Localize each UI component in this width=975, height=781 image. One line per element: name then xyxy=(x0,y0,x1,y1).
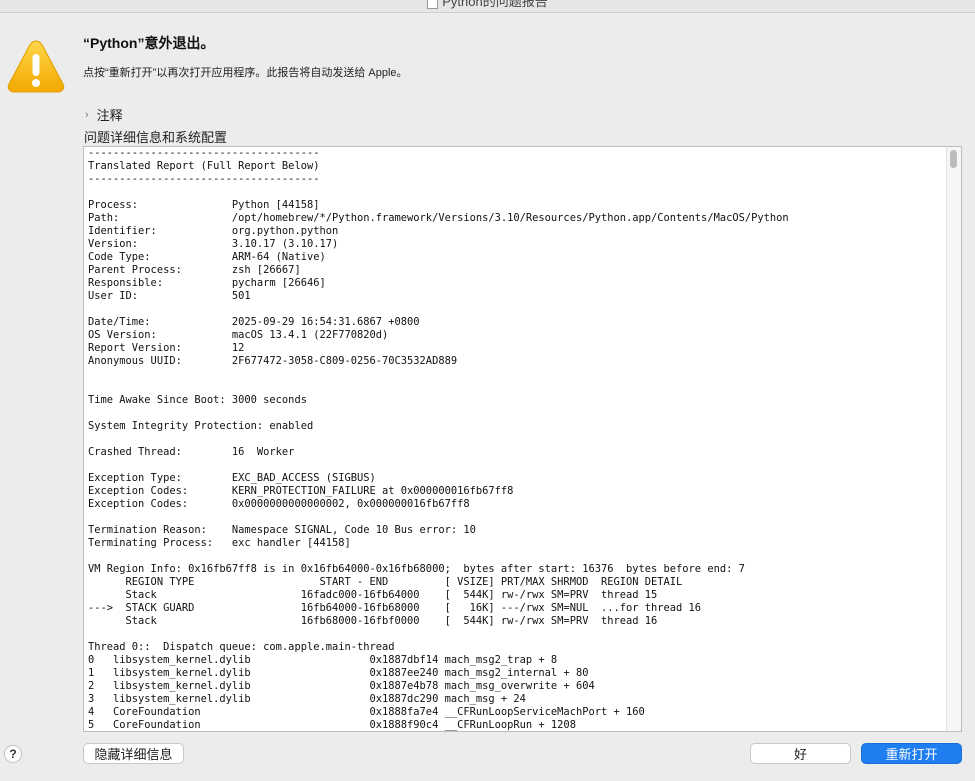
window-title: Python的问题报告 xyxy=(442,0,548,9)
scrollbar-thumb[interactable] xyxy=(950,150,957,168)
report-text-view[interactable]: ------------------------------------- Tr… xyxy=(83,146,962,732)
notes-disclosure[interactable]: › 注释 xyxy=(85,105,123,124)
details-title: 问题详细信息和系统配置 xyxy=(84,130,228,145)
alert-message: 点按“重新打开”以再次打开应用程序。此报告将自动发送给 Apple。 xyxy=(83,67,408,79)
document-icon xyxy=(427,0,439,10)
report-text: ------------------------------------- Tr… xyxy=(88,147,789,731)
notes-label: 注释 xyxy=(96,108,123,123)
title-bar: Python的问题报告 xyxy=(0,0,975,13)
alert-title: “Python”意外退出。 xyxy=(83,35,215,51)
ok-button[interactable]: 好 xyxy=(750,743,851,764)
chevron-right-icon: › xyxy=(85,108,89,121)
warning-triangle-icon xyxy=(6,38,66,94)
reopen-button[interactable]: 重新打开 xyxy=(861,743,962,764)
hide-details-button[interactable]: 隐藏详细信息 xyxy=(83,743,184,764)
report-scrollbar[interactable] xyxy=(946,147,961,731)
help-button[interactable]: ? xyxy=(4,745,22,763)
